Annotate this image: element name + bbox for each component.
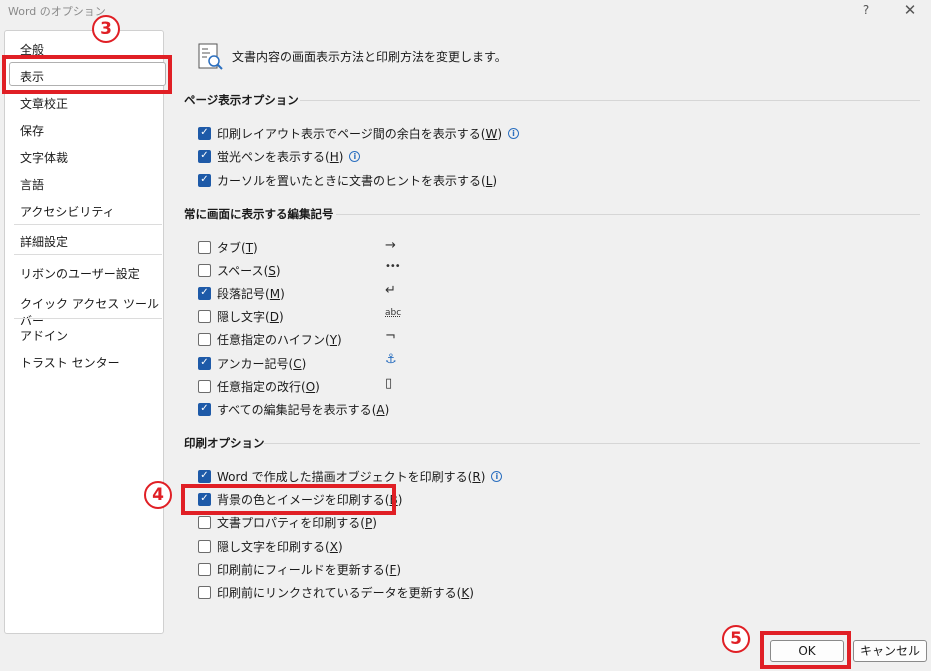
option-label: 任意指定の改行(O)	[217, 379, 320, 394]
paragraph-mark-icon: ↵	[385, 283, 396, 298]
option-label: 蛍光ペンを表示する(H)	[217, 149, 344, 164]
option-row[interactable]: ✓ カーソルを置いたときに文書のヒントを表示する(L)	[198, 172, 497, 188]
option-row[interactable]: 隠し文字(D)	[198, 308, 284, 324]
step-4-highlight-box	[181, 484, 396, 515]
checkbox-print-properties[interactable]	[198, 515, 211, 529]
option-label: 隠し文字を印刷する(X)	[217, 539, 343, 554]
info-icon[interactable]: i	[508, 127, 520, 139]
checkbox-show-highlighter[interactable]: ✓	[198, 149, 211, 163]
sidebar-divider	[14, 254, 162, 255]
sidebar-item-proofing[interactable]: 文章校正	[20, 95, 68, 112]
step-4-marker: 4	[144, 481, 172, 509]
checkbox-paragraph-mark[interactable]: ✓	[198, 286, 211, 300]
section-divider	[264, 443, 920, 444]
optional-break-mark-icon: ▯	[385, 376, 393, 391]
option-label: 印刷前にフィールドを更新する(F)	[217, 562, 402, 577]
display-settings-icon	[198, 43, 223, 70]
checkbox-space[interactable]	[198, 263, 211, 277]
hidden-text-mark-icon: abc	[385, 308, 402, 318]
checkbox-print-hidden-text[interactable]	[198, 539, 211, 553]
option-row[interactable]: ✓ Word で作成した描画オブジェクトを印刷する(R) i	[198, 468, 503, 484]
option-row[interactable]: タブ(T)	[198, 239, 258, 255]
options-sidebar: 全般 表示 文章校正 保存 文字体裁 言語 アクセシビリティ 詳細設定 リボンの…	[4, 30, 166, 634]
header-description: 文書内容の画面表示方法と印刷方法を変更します。	[232, 50, 507, 64]
checkbox-optional-hyphen[interactable]	[198, 332, 211, 346]
sidebar-item-trust-center[interactable]: トラスト センター	[20, 354, 120, 371]
option-row[interactable]: 任意指定のハイフン(Y)	[198, 331, 342, 347]
option-label: すべての編集記号を表示する(A)	[217, 402, 390, 417]
option-label: 隠し文字(D)	[217, 309, 284, 324]
sidebar-item-accessibility[interactable]: アクセシビリティ	[20, 203, 115, 220]
checkbox-show-tooltips[interactable]: ✓	[198, 173, 211, 187]
option-label: 任意指定のハイフン(Y)	[217, 332, 342, 347]
anchor-mark-icon: ⚓	[385, 352, 397, 367]
sidebar-item-customize-ribbon[interactable]: リボンのユーザー設定	[20, 265, 140, 282]
option-row[interactable]: スペース(S)	[198, 262, 281, 278]
help-button[interactable]: ?	[854, 0, 878, 20]
checkbox-update-linked-data[interactable]	[198, 585, 211, 599]
option-label: スペース(S)	[217, 263, 281, 278]
sidebar-item-language[interactable]: 言語	[20, 176, 44, 193]
sidebar-item-advanced[interactable]: 詳細設定	[20, 233, 68, 250]
tab-mark-icon: →	[385, 238, 396, 253]
option-label: 印刷レイアウト表示でページ間の余白を表示する(W)	[217, 126, 503, 141]
section-title-formatting-marks: 常に画面に表示する編集記号	[184, 207, 334, 221]
option-label: Word で作成した描画オブジェクトを印刷する(R)	[217, 469, 486, 484]
option-label: タブ(T)	[217, 240, 258, 255]
checkbox-hidden-text[interactable]	[198, 309, 211, 323]
hyphen-mark-icon: ¬	[385, 329, 396, 344]
option-row[interactable]: ✓ すべての編集記号を表示する(A)	[198, 401, 389, 417]
option-label: カーソルを置いたときに文書のヒントを表示する(L)	[217, 173, 498, 188]
step-3-highlight-box	[2, 55, 172, 94]
sidebar-divider	[14, 318, 162, 319]
info-icon[interactable]: i	[349, 150, 361, 162]
sidebar-item-typography[interactable]: 文字体裁	[20, 149, 68, 166]
checkbox-object-anchors[interactable]: ✓	[198, 356, 211, 370]
option-row[interactable]: ✓ 蛍光ペンを表示する(H) i	[198, 148, 361, 164]
section-divider	[336, 214, 920, 215]
sidebar-item-quick-access-toolbar[interactable]: クイック アクセス ツール バー	[20, 295, 163, 329]
option-row[interactable]: ✓ アンカー記号(C)	[198, 355, 306, 371]
close-button[interactable]: ✕	[898, 0, 922, 20]
checkbox-tab[interactable]	[198, 240, 211, 254]
info-icon[interactable]: i	[491, 470, 503, 482]
checkbox-update-fields[interactable]	[198, 562, 211, 576]
option-row[interactable]: 任意指定の改行(O)	[198, 378, 320, 394]
sidebar-item-addins[interactable]: アドイン	[20, 327, 68, 344]
option-row[interactable]: ✓ 段落記号(M)	[198, 285, 285, 301]
step-3-marker: 3	[92, 15, 120, 43]
option-label: 段落記号(M)	[217, 286, 285, 301]
section-title-page-display: ページ表示オプション	[184, 93, 299, 107]
checkbox-optional-break[interactable]	[198, 379, 211, 393]
checkbox-show-whitespace[interactable]: ✓	[198, 126, 211, 140]
option-label: 印刷前にリンクされているデータを更新する(K)	[217, 585, 474, 600]
window-title: Word のオプション	[8, 5, 106, 18]
space-mark-icon: •••	[385, 261, 401, 272]
option-row[interactable]: ✓ 印刷レイアウト表示でページ間の余白を表示する(W) i	[198, 125, 520, 141]
option-row[interactable]: 印刷前にフィールドを更新する(F)	[198, 561, 401, 577]
cancel-button[interactable]: キャンセル	[853, 640, 927, 662]
option-label: アンカー記号(C)	[217, 356, 307, 371]
sidebar-divider	[14, 224, 162, 225]
option-row[interactable]: 隠し文字を印刷する(X)	[198, 538, 343, 554]
checkbox-print-drawings[interactable]: ✓	[198, 469, 211, 483]
option-label: 文書プロパティを印刷する(P)	[217, 515, 377, 530]
step-5-marker: 5	[722, 625, 750, 653]
sidebar-item-save[interactable]: 保存	[20, 122, 44, 139]
option-row[interactable]: 文書プロパティを印刷する(P)	[198, 514, 377, 530]
step-5-highlight-box	[760, 631, 851, 669]
checkbox-show-all-marks[interactable]: ✓	[198, 402, 211, 416]
option-row[interactable]: 印刷前にリンクされているデータを更新する(K)	[198, 584, 474, 600]
section-title-print-options: 印刷オプション	[184, 436, 265, 450]
section-divider	[300, 100, 920, 101]
